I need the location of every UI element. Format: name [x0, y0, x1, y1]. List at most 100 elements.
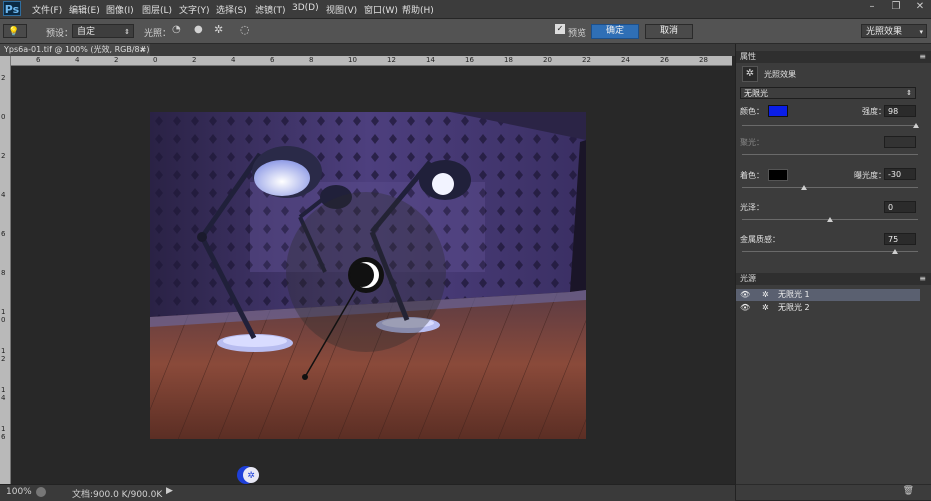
menu-item[interactable]: 图层(L)	[142, 3, 172, 16]
light-item[interactable]: 👁 ✲ 无限光 2	[736, 302, 920, 314]
ruler-tick-label: 8	[1, 269, 6, 277]
menu-item[interactable]: 视图(V)	[326, 3, 357, 16]
restore-button[interactable]: ❐	[885, 1, 907, 13]
right-panel: 属性 ≡ ✲ 光照效果 无限光 ⇕ 颜色： 强度： 98 聚光： 着色： 曝光度…	[735, 44, 931, 500]
metallic-label: 金属质感：	[740, 235, 780, 244]
zoom-level[interactable]: 100%	[6, 487, 32, 497]
preset-value: 自定	[77, 27, 96, 37]
color-label: 颜色：	[740, 107, 764, 116]
light-widget-icon[interactable]: ✲	[236, 465, 262, 485]
minimize-button[interactable]: –	[861, 1, 883, 13]
hotspot-slider	[742, 154, 918, 155]
reset-lights-icon[interactable]: ◌	[240, 23, 250, 36]
ruler-tick-label: 1 2	[1, 347, 6, 363]
light-type-dropdown[interactable]: 无限光 ⇕	[740, 87, 916, 99]
properties-panel-header: 属性 ≡	[736, 51, 931, 63]
document-tab[interactable]: Yps6a-01.tif @ 100% (光效, RGB/8#) * ×	[0, 44, 150, 66]
workspace-value: 光照效果	[866, 27, 903, 37]
ruler-tick-label: 16	[465, 56, 474, 64]
ruler-tick-label: 2	[1, 74, 6, 82]
metallic-input[interactable]: 75	[884, 233, 916, 245]
gloss-input[interactable]: 0	[884, 201, 916, 213]
ruler-tick-label: 6	[270, 56, 275, 64]
menu-item[interactable]: 滤镜(T)	[255, 3, 286, 16]
menu-item[interactable]: 图像(I)	[106, 3, 134, 16]
hotspot-input	[884, 136, 916, 148]
menu-item[interactable]: 选择(S)	[216, 3, 247, 16]
ruler-tick-label: 8	[309, 56, 314, 64]
hotspot-label: 聚光：	[740, 138, 764, 147]
preset-dropdown[interactable]: 自定 ⇕	[72, 24, 134, 38]
tool-preset-picker[interactable]: 💡	[3, 24, 27, 38]
menu-item[interactable]: 编辑(E)	[69, 3, 100, 16]
exposure-input[interactable]: -30	[884, 168, 916, 180]
chevron-down-icon: ⇕	[124, 28, 130, 36]
light-item-label: 无限光 2	[778, 303, 810, 312]
workspace-dropdown[interactable]: 光照效果 ▾	[861, 24, 927, 38]
light-type-value: 无限光	[744, 89, 768, 98]
menu-item[interactable]: 窗口(W)	[364, 3, 398, 16]
exposure-slider-thumb[interactable]	[800, 185, 807, 190]
ok-button[interactable]: 确定	[591, 24, 639, 39]
lights-panel-title: 光源	[740, 274, 756, 283]
add-point-light-icon[interactable]: ●	[194, 24, 203, 35]
menu-bar: Ps 文件(F) 编辑(E) 图像(I) 图层(L) 文字(Y) 选择(S) 滤镜(T) 3D…	[0, 0, 931, 19]
ruler-tick-label: 0	[153, 56, 158, 64]
menu-item[interactable]: 文字(Y)	[179, 3, 210, 16]
ruler-tick-label: 26	[660, 56, 669, 64]
add-spot-light-icon[interactable]: ◔	[172, 24, 181, 35]
lighting-effects-icon: ✲	[742, 66, 758, 82]
close-tab-icon[interactable]: ×	[139, 44, 146, 56]
infinite-light-icon: ✲	[762, 303, 769, 312]
ruler-tick-label: 28	[699, 56, 708, 64]
ruler-tick-label: 22	[582, 56, 591, 64]
status-bar: 100% 文档:900.0 K/900.0K ▶	[0, 484, 735, 501]
intensity-slider-thumb[interactable]	[913, 123, 920, 128]
ruler-tick-label: 1 6	[1, 425, 6, 441]
light-item-label: 无限光 1	[778, 290, 810, 299]
status-menu-arrow-icon[interactable]: ▶	[166, 486, 173, 496]
metallic-slider-thumb[interactable]	[892, 249, 899, 254]
panel-menu-icon[interactable]: ≡	[919, 273, 926, 285]
lights-label: 光照：	[144, 29, 172, 39]
document-image[interactable]	[150, 112, 586, 439]
chevron-down-icon: ▾	[919, 28, 923, 36]
cancel-button[interactable]: 取消	[645, 24, 693, 39]
menu-item[interactable]: 文件(F)	[32, 3, 62, 16]
lights-panel-footer: 🗑	[736, 484, 931, 499]
light-item[interactable]: 👁 ✲ 无限光 1	[736, 289, 920, 301]
properties-title: 属性	[740, 52, 756, 61]
document-tab-bar: Yps6a-01.tif @ 100% (光效, RGB/8#) * ×	[0, 44, 735, 66]
trash-icon[interactable]: 🗑	[903, 486, 914, 496]
colorize-swatch[interactable]	[768, 169, 788, 181]
options-bar: 💡 预设： 自定 ⇕ 光照： ◔ ● ✲ ◌ ✓ 预览 确定 取消 光照效果 ▾	[0, 19, 931, 44]
light-bulb-icon: 💡	[8, 27, 20, 37]
status-info-icon[interactable]	[36, 487, 46, 497]
intensity-slider[interactable]	[742, 125, 918, 126]
preview-checkbox[interactable]: ✓	[555, 24, 565, 34]
intensity-input[interactable]: 98	[884, 105, 916, 117]
add-infinite-light-icon[interactable]: ✲	[214, 23, 223, 36]
ruler-tick-label: 10	[348, 56, 357, 64]
document-size: 文档:900.0 K/900.0K	[72, 490, 163, 500]
menu-item[interactable]: 帮助(H)	[402, 3, 434, 16]
ruler-tick-label: 0	[1, 113, 6, 121]
light-color-swatch[interactable]	[768, 105, 788, 117]
horizontal-ruler: 6 4 2 0 2 4 6 8 10 12 14 16 18 20 22 24 26 28	[10, 56, 732, 66]
ruler-tick-label: 1 0	[1, 308, 6, 324]
preset-label: 预设：	[46, 29, 74, 39]
infinite-light-icon: ✲	[762, 290, 769, 299]
panel-menu-icon[interactable]: ≡	[919, 51, 926, 63]
eye-icon[interactable]: 👁	[740, 302, 750, 314]
vertical-ruler: 2 0 2 4 6 8 1 0 1 2 1 4 1 6	[0, 56, 11, 485]
gloss-slider-thumb[interactable]	[827, 217, 833, 222]
ruler-tick-label: 2	[192, 56, 197, 64]
gloss-label: 光泽：	[740, 203, 764, 212]
ruler-tick-label: 4	[75, 56, 80, 64]
exposure-slider[interactable]	[742, 187, 918, 188]
menu-item[interactable]: 3D(D)	[292, 3, 319, 13]
eye-icon[interactable]: 👁	[740, 289, 750, 301]
ruler-tick-label: 1 4	[1, 386, 6, 402]
close-window-button[interactable]: ✕	[909, 1, 931, 13]
chevron-down-icon: ⇕	[906, 89, 912, 97]
